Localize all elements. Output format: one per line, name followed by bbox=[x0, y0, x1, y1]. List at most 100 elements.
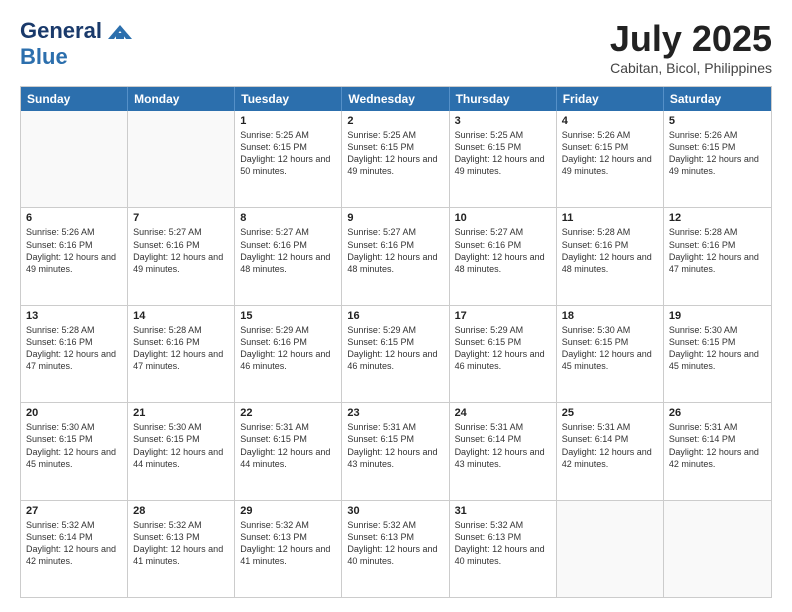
sun-info: Sunrise: 5:25 AM Sunset: 6:15 PM Dayligh… bbox=[347, 129, 443, 178]
calendar-cell-4: 4Sunrise: 5:26 AM Sunset: 6:15 PM Daylig… bbox=[557, 111, 664, 207]
day-number: 8 bbox=[240, 212, 336, 224]
sun-info: Sunrise: 5:25 AM Sunset: 6:15 PM Dayligh… bbox=[455, 129, 551, 178]
calendar-cell-26: 26 Sunrise: 5:31 AM Sunset: 6:14 PM Dayli… bbox=[664, 403, 771, 499]
day-number: 5 bbox=[669, 115, 766, 127]
logo-blue: Blue bbox=[20, 44, 68, 69]
sun-info: Sunrise: 5:32 AM Sunset: 6:13 PM Dayligh… bbox=[240, 519, 336, 568]
sun-info: Sunrise: 5:30 AM Sunset: 6:15 PM Dayligh… bbox=[133, 421, 229, 470]
day-number: 12 bbox=[669, 212, 766, 224]
calendar-cell-10: 10 Sunrise: 5:27 AM Sunset: 6:16 PM Dayli… bbox=[450, 208, 557, 304]
calendar-row-1: 6 Sunrise: 5:26 AM Sunset: 6:16 PM Daylig… bbox=[21, 207, 771, 304]
calendar-cell-21: 21 Sunrise: 5:30 AM Sunset: 6:15 PM Dayli… bbox=[128, 403, 235, 499]
sun-info: Sunrise: 5:31 AM Sunset: 6:14 PM Dayligh… bbox=[669, 421, 766, 470]
day-number: 16 bbox=[347, 310, 443, 322]
logo-general: General bbox=[20, 18, 102, 44]
calendar-cell-29: 29 Sunrise: 5:32 AM Sunset: 6:13 PM Dayli… bbox=[235, 501, 342, 597]
calendar-row-2: 13 Sunrise: 5:28 AM Sunset: 6:16 PM Dayli… bbox=[21, 305, 771, 402]
calendar-cell-25: 25Sunrise: 5:31 AM Sunset: 6:14 PM Dayli… bbox=[557, 403, 664, 499]
sun-info: Sunrise: 5:27 AM Sunset: 6:16 PM Dayligh… bbox=[240, 226, 336, 275]
day-number: 3 bbox=[455, 115, 551, 127]
calendar-cell-28: 28 Sunrise: 5:32 AM Sunset: 6:13 PM Dayli… bbox=[128, 501, 235, 597]
calendar-cell-7: 7Sunrise: 5:27 AM Sunset: 6:16 PM Daylig… bbox=[128, 208, 235, 304]
main-title: July 2025 bbox=[610, 18, 772, 60]
calendar-cell-27: 27 Sunrise: 5:32 AM Sunset: 6:14 PM Dayli… bbox=[21, 501, 128, 597]
day-number: 13 bbox=[26, 310, 122, 322]
calendar-cell-empty-0-0 bbox=[21, 111, 128, 207]
calendar-cell-9: 9Sunrise: 5:27 AM Sunset: 6:16 PM Daylig… bbox=[342, 208, 449, 304]
calendar-cell-24: 24Sunrise: 5:31 AM Sunset: 6:14 PM Dayli… bbox=[450, 403, 557, 499]
calendar-cell-6: 6 Sunrise: 5:26 AM Sunset: 6:16 PM Daylig… bbox=[21, 208, 128, 304]
day-number: 17 bbox=[455, 310, 551, 322]
subtitle: Cabitan, Bicol, Philippines bbox=[610, 60, 772, 76]
weekday-header-tuesday: Tuesday bbox=[235, 87, 342, 111]
calendar-cell-30: 30Sunrise: 5:32 AM Sunset: 6:13 PM Dayli… bbox=[342, 501, 449, 597]
day-number: 19 bbox=[669, 310, 766, 322]
logo-icon bbox=[104, 21, 136, 43]
header: General Blue July 2025 Cabitan, Bicol, P… bbox=[20, 18, 772, 76]
day-number: 7 bbox=[133, 212, 229, 224]
day-number: 21 bbox=[133, 407, 229, 419]
weekday-header-sunday: Sunday bbox=[21, 87, 128, 111]
weekday-header-friday: Friday bbox=[557, 87, 664, 111]
calendar-cell-22: 22 Sunrise: 5:31 AM Sunset: 6:15 PM Dayli… bbox=[235, 403, 342, 499]
day-number: 25 bbox=[562, 407, 658, 419]
calendar-cell-14: 14 Sunrise: 5:28 AM Sunset: 6:16 PM Dayli… bbox=[128, 306, 235, 402]
calendar-cell-3: 3 Sunrise: 5:25 AM Sunset: 6:15 PM Daylig… bbox=[450, 111, 557, 207]
calendar-cell-31: 31Sunrise: 5:32 AM Sunset: 6:13 PM Dayli… bbox=[450, 501, 557, 597]
calendar-cell-2: 2Sunrise: 5:25 AM Sunset: 6:15 PM Daylig… bbox=[342, 111, 449, 207]
sun-info: Sunrise: 5:28 AM Sunset: 6:16 PM Dayligh… bbox=[133, 324, 229, 373]
calendar-cell-13: 13 Sunrise: 5:28 AM Sunset: 6:16 PM Dayli… bbox=[21, 306, 128, 402]
calendar-row-0: 1 Sunrise: 5:25 AM Sunset: 6:15 PM Daylig… bbox=[21, 111, 771, 207]
page: General Blue July 2025 Cabitan, Bicol, P… bbox=[0, 0, 792, 612]
day-number: 10 bbox=[455, 212, 551, 224]
day-number: 15 bbox=[240, 310, 336, 322]
calendar-cell-16: 16 Sunrise: 5:29 AM Sunset: 6:15 PM Dayli… bbox=[342, 306, 449, 402]
day-number: 20 bbox=[26, 407, 122, 419]
day-number: 6 bbox=[26, 212, 122, 224]
calendar-body: 1 Sunrise: 5:25 AM Sunset: 6:15 PM Daylig… bbox=[21, 111, 771, 597]
calendar-cell-19: 19Sunrise: 5:30 AM Sunset: 6:15 PM Dayli… bbox=[664, 306, 771, 402]
calendar-cell-12: 12Sunrise: 5:28 AM Sunset: 6:16 PM Dayli… bbox=[664, 208, 771, 304]
day-number: 18 bbox=[562, 310, 658, 322]
calendar-row-4: 27 Sunrise: 5:32 AM Sunset: 6:14 PM Dayli… bbox=[21, 500, 771, 597]
sun-info: Sunrise: 5:28 AM Sunset: 6:16 PM Dayligh… bbox=[562, 226, 658, 275]
sun-info: Sunrise: 5:32 AM Sunset: 6:13 PM Dayligh… bbox=[133, 519, 229, 568]
day-number: 24 bbox=[455, 407, 551, 419]
sun-info: Sunrise: 5:29 AM Sunset: 6:15 PM Dayligh… bbox=[455, 324, 551, 373]
sun-info: Sunrise: 5:31 AM Sunset: 6:15 PM Dayligh… bbox=[240, 421, 336, 470]
day-number: 27 bbox=[26, 505, 122, 517]
sun-info: Sunrise: 5:25 AM Sunset: 6:15 PM Dayligh… bbox=[240, 129, 336, 178]
calendar-cell-15: 15Sunrise: 5:29 AM Sunset: 6:16 PM Dayli… bbox=[235, 306, 342, 402]
calendar-cell-empty-4-6 bbox=[664, 501, 771, 597]
sun-info: Sunrise: 5:30 AM Sunset: 6:15 PM Dayligh… bbox=[26, 421, 122, 470]
day-number: 23 bbox=[347, 407, 443, 419]
sun-info: Sunrise: 5:28 AM Sunset: 6:16 PM Dayligh… bbox=[26, 324, 122, 373]
day-number: 22 bbox=[240, 407, 336, 419]
calendar-row-3: 20 Sunrise: 5:30 AM Sunset: 6:15 PM Dayli… bbox=[21, 402, 771, 499]
title-block: July 2025 Cabitan, Bicol, Philippines bbox=[610, 18, 772, 76]
sun-info: Sunrise: 5:32 AM Sunset: 6:13 PM Dayligh… bbox=[347, 519, 443, 568]
day-number: 1 bbox=[240, 115, 336, 127]
sun-info: Sunrise: 5:27 AM Sunset: 6:16 PM Dayligh… bbox=[455, 226, 551, 275]
day-number: 29 bbox=[240, 505, 336, 517]
calendar-header: SundayMondayTuesdayWednesdayThursdayFrid… bbox=[21, 87, 771, 111]
calendar-cell-17: 17 Sunrise: 5:29 AM Sunset: 6:15 PM Dayli… bbox=[450, 306, 557, 402]
calendar-cell-empty-4-5 bbox=[557, 501, 664, 597]
sun-info: Sunrise: 5:26 AM Sunset: 6:15 PM Dayligh… bbox=[669, 129, 766, 178]
calendar-cell-5: 5 Sunrise: 5:26 AM Sunset: 6:15 PM Daylig… bbox=[664, 111, 771, 207]
day-number: 26 bbox=[669, 407, 766, 419]
calendar: SundayMondayTuesdayWednesdayThursdayFrid… bbox=[20, 86, 772, 598]
calendar-cell-1: 1 Sunrise: 5:25 AM Sunset: 6:15 PM Daylig… bbox=[235, 111, 342, 207]
day-number: 9 bbox=[347, 212, 443, 224]
sun-info: Sunrise: 5:30 AM Sunset: 6:15 PM Dayligh… bbox=[562, 324, 658, 373]
sun-info: Sunrise: 5:32 AM Sunset: 6:14 PM Dayligh… bbox=[26, 519, 122, 568]
day-number: 28 bbox=[133, 505, 229, 517]
day-number: 11 bbox=[562, 212, 658, 224]
calendar-cell-18: 18 Sunrise: 5:30 AM Sunset: 6:15 PM Dayli… bbox=[557, 306, 664, 402]
weekday-header-monday: Monday bbox=[128, 87, 235, 111]
day-number: 31 bbox=[455, 505, 551, 517]
calendar-cell-23: 23Sunrise: 5:31 AM Sunset: 6:15 PM Dayli… bbox=[342, 403, 449, 499]
sun-info: Sunrise: 5:26 AM Sunset: 6:16 PM Dayligh… bbox=[26, 226, 122, 275]
day-number: 14 bbox=[133, 310, 229, 322]
sun-info: Sunrise: 5:29 AM Sunset: 6:15 PM Dayligh… bbox=[347, 324, 443, 373]
